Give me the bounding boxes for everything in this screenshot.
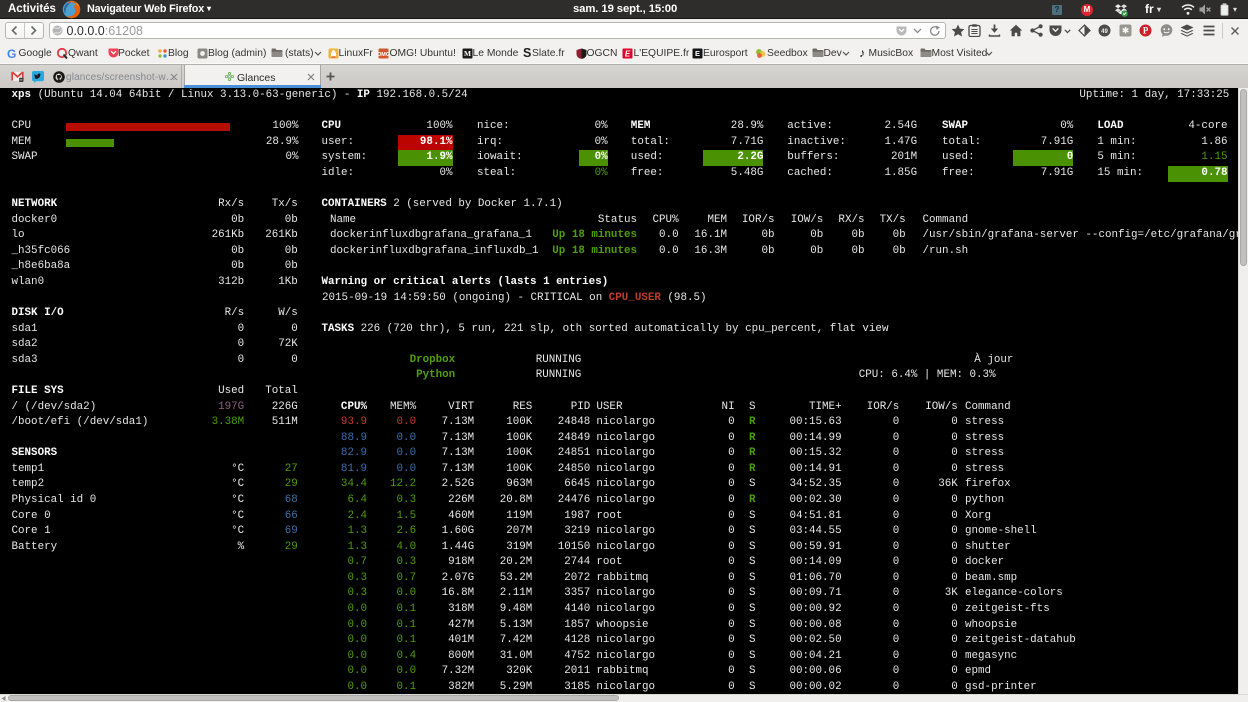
svg-text:M: M <box>463 49 470 58</box>
svg-text:OMG: OMG <box>378 52 389 58</box>
svg-text:P: P <box>1143 26 1149 36</box>
svg-text:E: E <box>625 49 631 58</box>
svg-text:✱: ✱ <box>1122 26 1130 36</box>
svg-text:49: 49 <box>1101 29 1108 35</box>
svg-text:E: E <box>694 49 699 58</box>
